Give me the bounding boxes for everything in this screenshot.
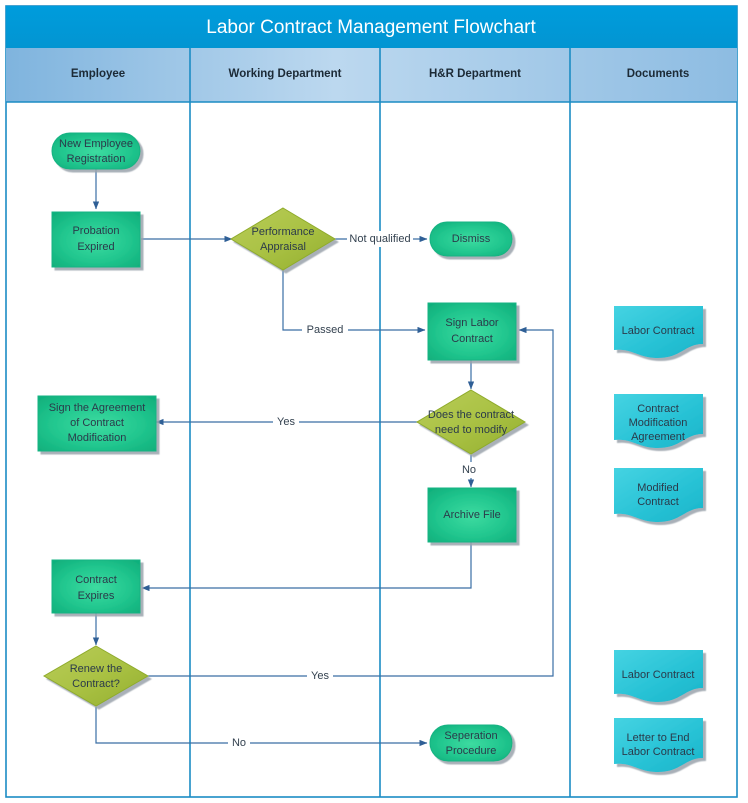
node-label-line-2: Labor Contract <box>622 746 695 758</box>
edge-label-passed-text: Passed <box>307 324 344 336</box>
node-label-line-1: New Employee <box>59 138 133 150</box>
edge-label-not-qualified: Not qualified <box>347 231 413 247</box>
node-label-line-2: need to modify <box>435 424 508 436</box>
node-label-line-2: Contract <box>451 333 493 345</box>
node-label-line-2: Appraisal <box>260 241 306 253</box>
node-contract-expires[interactable]: Contract Expires <box>51 559 141 614</box>
node-label-line-1: Performance <box>252 226 315 238</box>
node-label-line-2: Expired <box>77 241 114 253</box>
node-new-employee-registration[interactable]: New Employee Registration <box>51 132 141 170</box>
node-label-line-2: Modification <box>629 417 688 429</box>
page-title: Labor Contract Management Flowchart <box>206 17 536 38</box>
node-label-line-1: Dismiss <box>452 233 491 245</box>
node-label-line-2: Registration <box>67 153 126 165</box>
node-label-line-1: Does the contract <box>428 409 514 421</box>
node-sign-the-agreement-of-contract-modification[interactable]: Sign the Agreement of Contract Modificat… <box>37 395 157 452</box>
node-label-line-2: Contract <box>637 496 679 508</box>
node-sign-labor-contract[interactable]: Sign Labor Contract <box>427 302 517 361</box>
node-shape-process <box>427 302 517 361</box>
node-label-line-1: Sign the Agreement <box>49 402 146 414</box>
node-label-line-2: Contract? <box>72 678 120 690</box>
node-seperation-procedure[interactable]: Seperation Procedure <box>429 724 513 762</box>
node-label-line-1: Archive File <box>443 509 500 521</box>
edge-label-no-renew: No <box>228 735 250 751</box>
node-label-line-1: Sign Labor <box>445 317 499 329</box>
node-label-line-2: Expires <box>78 590 115 602</box>
edge-label-no-renew-text: No <box>232 737 246 749</box>
edge-label-not-qualified-text: Not qualified <box>349 233 410 245</box>
node-label-line-1: Contract <box>637 403 679 415</box>
edge-label-yes-renew: Yes <box>307 668 333 684</box>
node-label-line-1: Probation <box>72 225 119 237</box>
node-label-line-1: Contract <box>75 574 117 586</box>
node-label-line-1: Modified <box>637 482 679 494</box>
node-label-line-1: Renew the <box>70 663 123 675</box>
node-dismiss[interactable]: Dismiss <box>429 221 513 257</box>
flowchart-canvas: Labor Contract Management Flowchart Empl… <box>0 0 748 803</box>
node-label-line-1: Labor Contract <box>622 669 695 681</box>
edge-label-no-modify: No <box>458 462 480 478</box>
edge-label-yes-modify-text: Yes <box>277 416 295 428</box>
flowchart-svg: Labor Contract Management Flowchart Empl… <box>5 5 738 798</box>
node-shape-process <box>51 559 141 614</box>
node-shape-process <box>51 211 141 268</box>
node-label-line-3: Agreement <box>631 431 685 443</box>
edge-label-passed: Passed <box>302 322 348 338</box>
node-probation-expired[interactable]: Probation Expired <box>51 211 141 268</box>
edge-label-yes-modify: Yes <box>273 414 299 430</box>
lane-title-employee: Employee <box>71 68 125 80</box>
node-label-line-3: Modification <box>68 432 127 444</box>
node-archive-file[interactable]: Archive File <box>427 487 517 543</box>
lane-title-working-department: Working Department <box>229 68 342 80</box>
node-label-line-1: Seperation <box>444 730 497 742</box>
edge-label-no-modify-text: No <box>462 464 476 476</box>
edge-label-yes-renew-text: Yes <box>311 670 329 682</box>
node-label-line-2: Procedure <box>446 745 497 757</box>
node-label-line-1: Letter to End <box>627 732 690 744</box>
node-label-line-1: Labor Contract <box>622 325 695 337</box>
lane-title-documents: Documents <box>627 68 690 80</box>
node-label-line-2: of Contract <box>70 417 124 429</box>
lane-title-hr-department: H&R Department <box>429 68 521 80</box>
